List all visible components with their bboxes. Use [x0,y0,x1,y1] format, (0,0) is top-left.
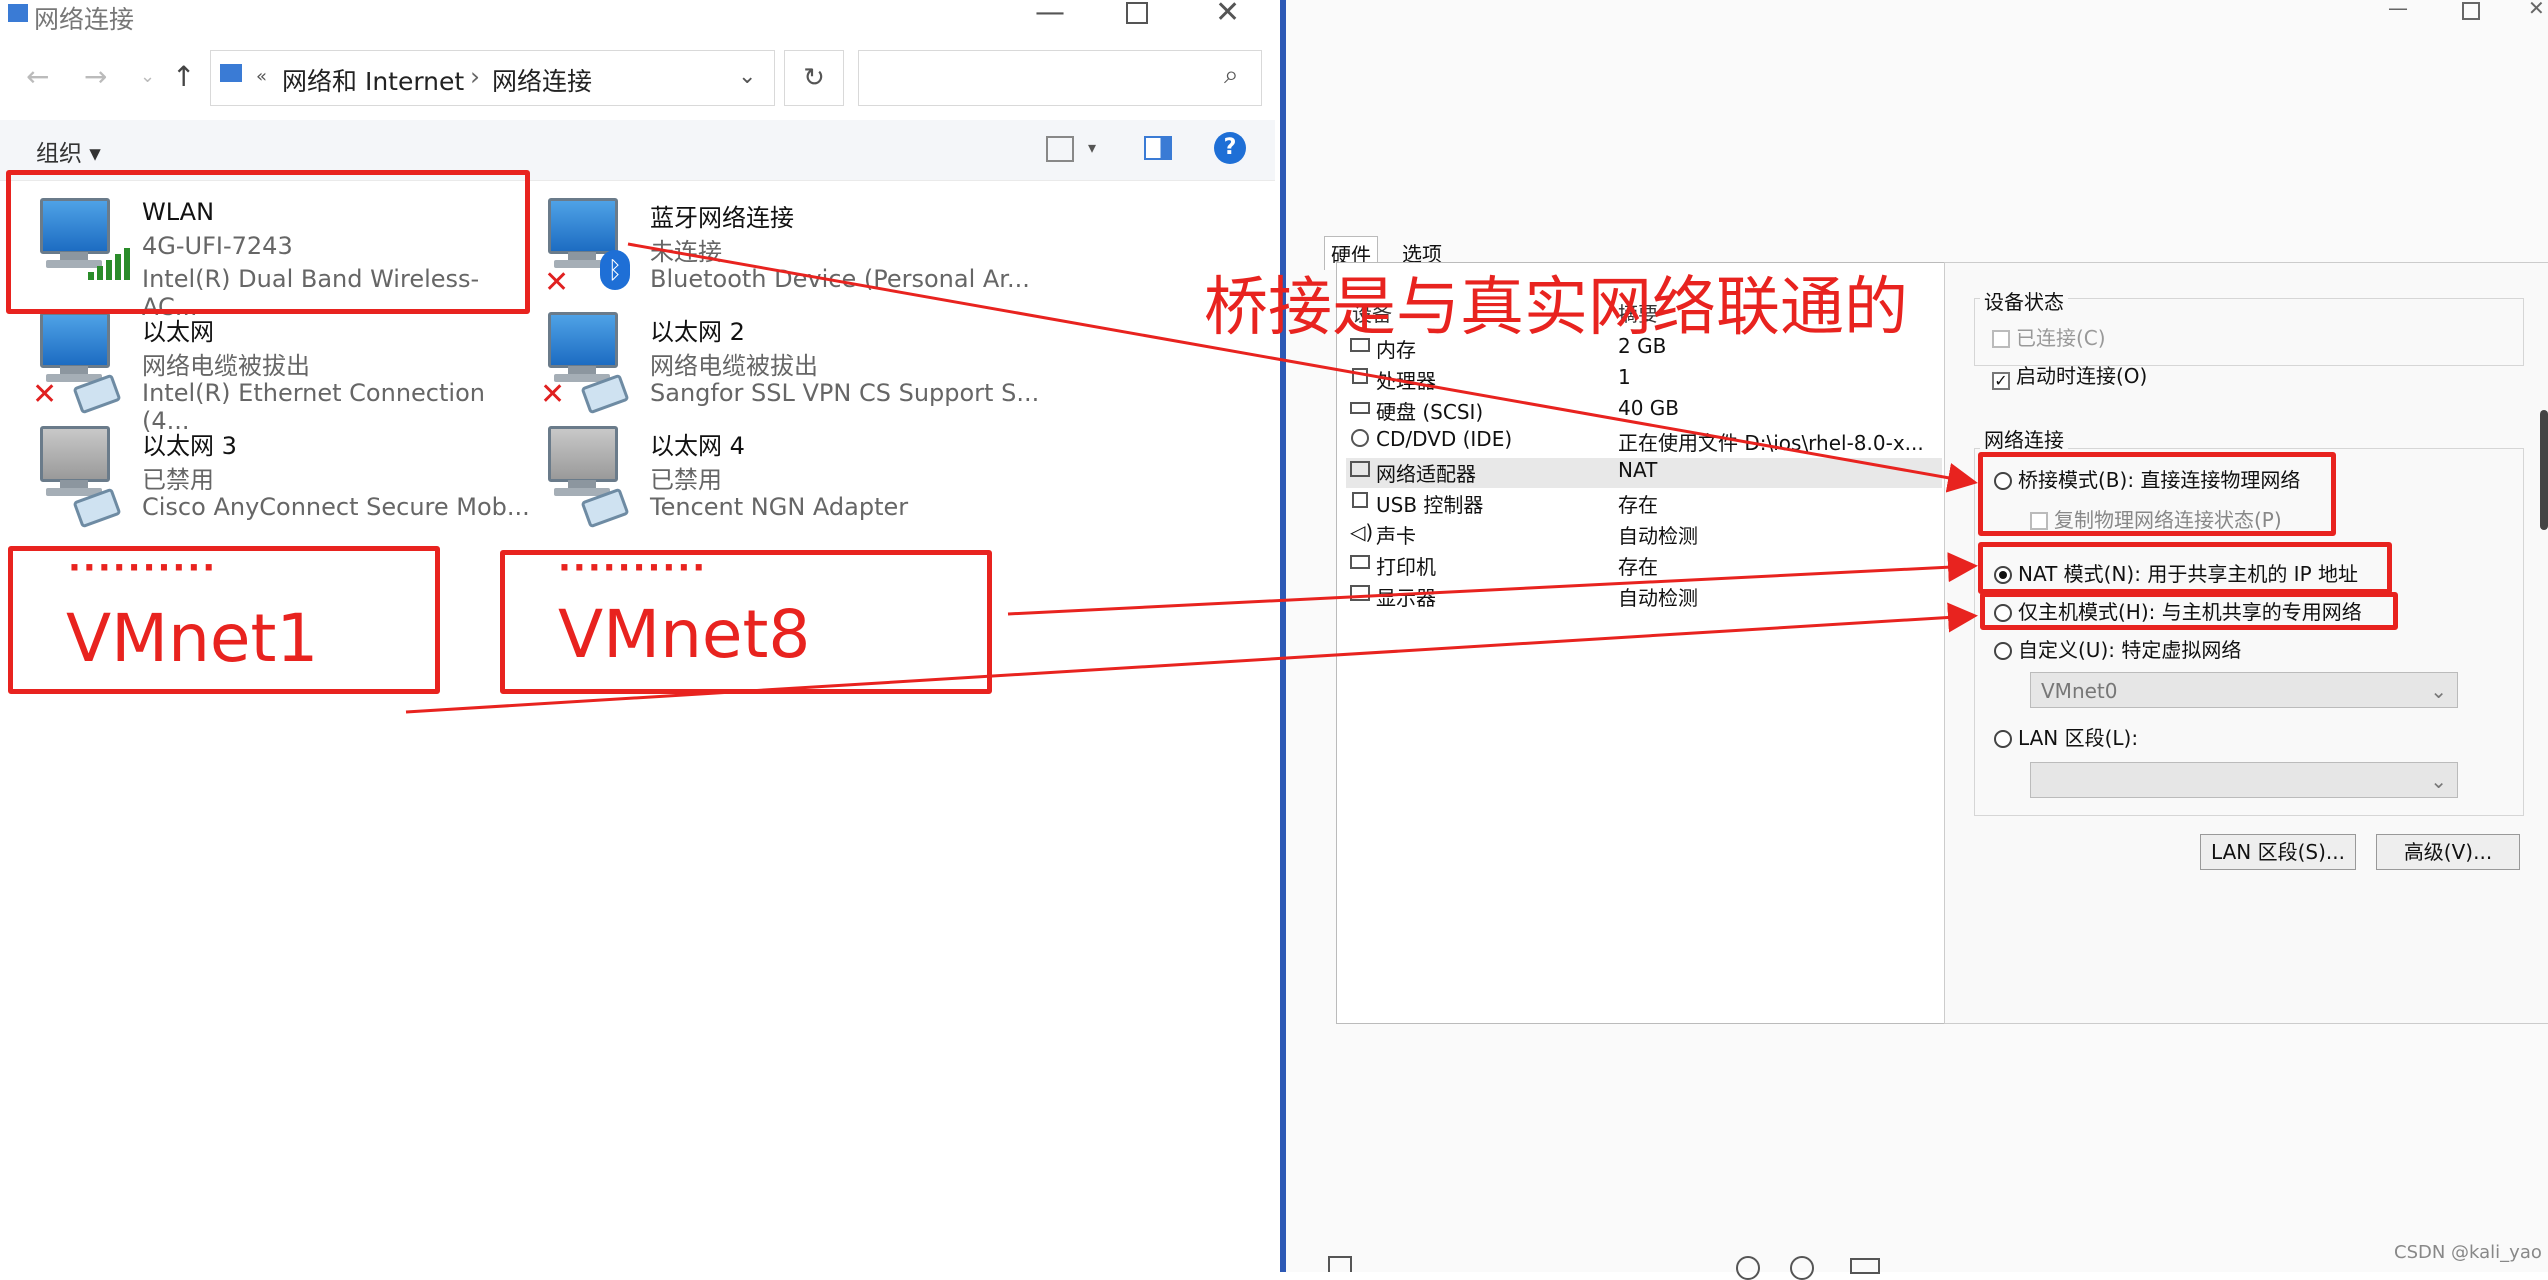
arrow-to-host-only [405,602,1978,714]
arrow-to-nat [1007,552,1978,616]
arrow-to-bridged [627,242,1978,493]
annotation-arrows [405,242,1978,714]
